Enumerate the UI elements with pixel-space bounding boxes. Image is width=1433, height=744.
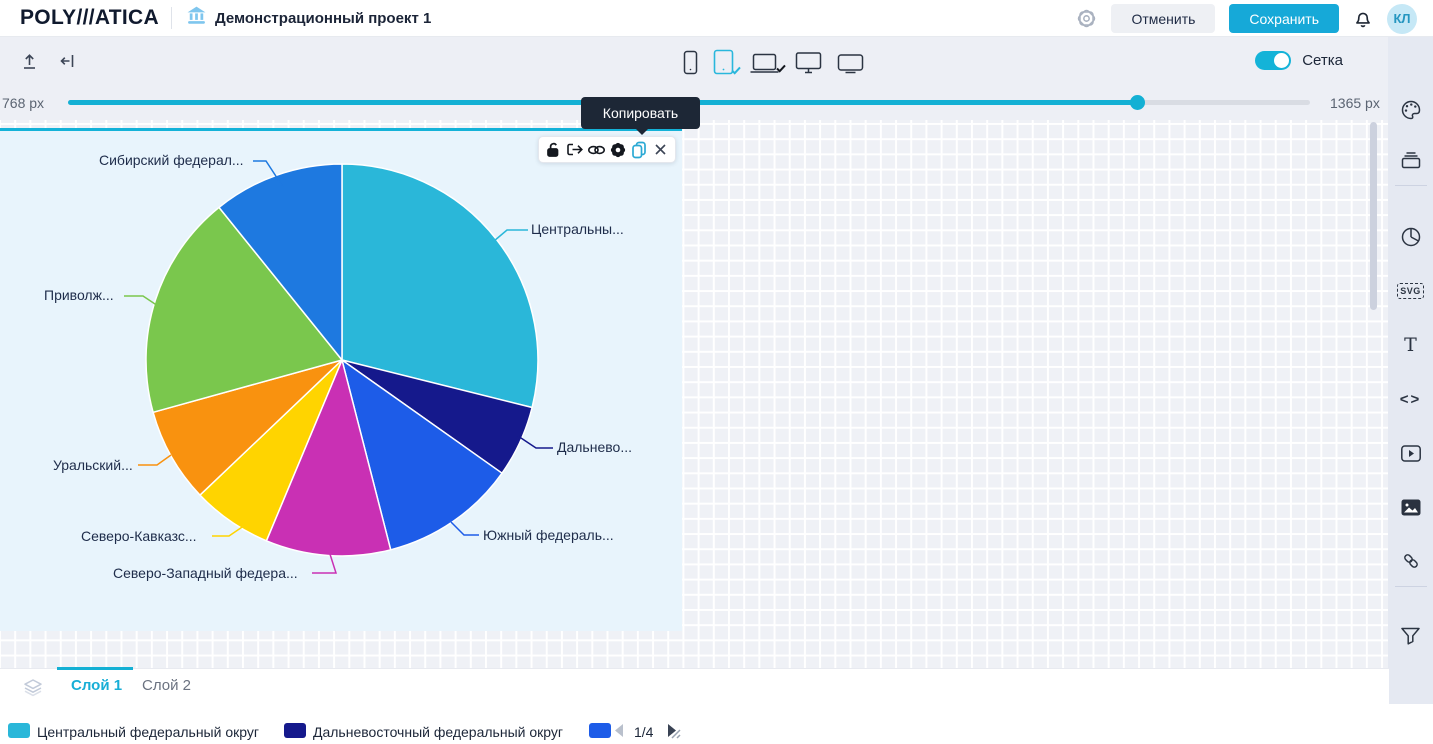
export-icon[interactable]: [565, 140, 585, 160]
right-sidebar: SVG T <>: [1388, 37, 1433, 704]
widget-selection-border: [0, 128, 682, 131]
pie-label-ural: Уральский...: [53, 457, 133, 473]
toggle-knob: [1274, 53, 1289, 68]
upload-icon[interactable]: [20, 51, 39, 71]
chart-icon[interactable]: [1388, 222, 1433, 252]
device-tv-icon[interactable]: [837, 53, 864, 75]
link-chain-icon[interactable]: [1388, 546, 1433, 576]
sidebar-divider: [1395, 185, 1427, 186]
legend-label: Дальневосточный федеральный округ: [313, 724, 563, 740]
header-settings-gear-icon[interactable]: [1076, 8, 1097, 29]
unlock-icon[interactable]: [544, 140, 564, 160]
legend-prev-icon[interactable]: [613, 723, 625, 738]
pie-label-north-west: Северо-Западный федера...: [113, 565, 298, 581]
polymatica-logo: POLY///ATICA: [20, 6, 159, 30]
project-title: Демонстрационный проект 1: [215, 10, 431, 27]
copy-tooltip: Копировать: [581, 97, 700, 129]
slider-max-label: 1365 px: [1330, 95, 1380, 111]
device-monitor-icon[interactable]: [795, 51, 822, 75]
save-button[interactable]: Сохранить: [1229, 4, 1339, 33]
close-icon[interactable]: [650, 140, 670, 160]
bank-icon: [186, 5, 207, 31]
widget-toolbar: [538, 136, 676, 163]
grid-toggle[interactable]: [1255, 51, 1291, 70]
check-icon: [776, 64, 786, 73]
pie-label-siberian: Сибирский федерал...: [99, 152, 244, 168]
pie-label-far-east: Дальнево...: [557, 439, 632, 455]
sidebar-divider: [1395, 586, 1427, 587]
active-layer-indicator: [57, 667, 133, 670]
image-icon[interactable]: [1388, 492, 1433, 522]
check-icon: [731, 66, 741, 75]
cancel-button[interactable]: Отменить: [1111, 4, 1215, 33]
slider-min-label: 768 px: [2, 95, 44, 111]
text-icon[interactable]: T: [1388, 330, 1433, 360]
widget-resize-handle[interactable]: [666, 724, 682, 740]
settings-icon[interactable]: [608, 140, 628, 160]
palette-icon[interactable]: [1388, 95, 1433, 125]
copy-icon[interactable]: [629, 140, 649, 160]
canvas-vertical-scrollbar[interactable]: [1370, 122, 1377, 310]
device-laptop-icon[interactable]: [749, 52, 780, 75]
device-preview-switcher: [683, 49, 864, 75]
widgets-icon[interactable]: [1388, 145, 1433, 175]
svg-icon[interactable]: SVG: [1388, 276, 1433, 306]
pie-label-volga: Приволж...: [44, 287, 114, 303]
filter-icon[interactable]: [1388, 621, 1433, 651]
pie-label-north-caucasus: Северо-Кавказс...: [81, 528, 197, 544]
legend-page-indicator: 1/4: [634, 724, 653, 740]
header: POLY///ATICA Демонстрационный проект 1 О…: [0, 0, 1433, 37]
slider-handle[interactable]: [1130, 95, 1145, 110]
device-phone-icon[interactable]: [683, 50, 698, 75]
tools-row: Сетка: [0, 37, 1389, 86]
app-window: POLY///ATICA Демонстрационный проект 1 О…: [0, 0, 1433, 704]
legend-swatch: [589, 723, 611, 738]
user-avatar[interactable]: КЛ: [1387, 4, 1417, 34]
layers-icon: [22, 678, 44, 697]
legend-swatch: [8, 723, 30, 738]
link-icon[interactable]: [586, 140, 606, 160]
video-icon[interactable]: [1388, 438, 1433, 468]
code-icon[interactable]: <>: [1388, 384, 1433, 414]
legend-label: Центральный федеральный округ: [37, 724, 259, 740]
pie-label-south: Южный федераль...: [483, 527, 614, 543]
grid-toggle-label: Сетка: [1302, 52, 1343, 69]
notifications-bell-icon[interactable]: [1353, 8, 1373, 29]
legend-swatch: [284, 723, 306, 738]
collapse-left-icon[interactable]: [59, 51, 77, 71]
header-divider: [171, 7, 172, 29]
layer-tab-1[interactable]: Слой 1: [71, 677, 122, 694]
pie-label-central: Центральны...: [531, 221, 624, 237]
layer-tab-2[interactable]: Слой 2: [142, 677, 191, 694]
chart-legend: Центральный федеральный округ Дальневост…: [0, 720, 682, 744]
device-tablet-icon-selected[interactable]: [713, 49, 734, 75]
layer-bar: Слой 1 Слой 2: [0, 668, 1389, 704]
